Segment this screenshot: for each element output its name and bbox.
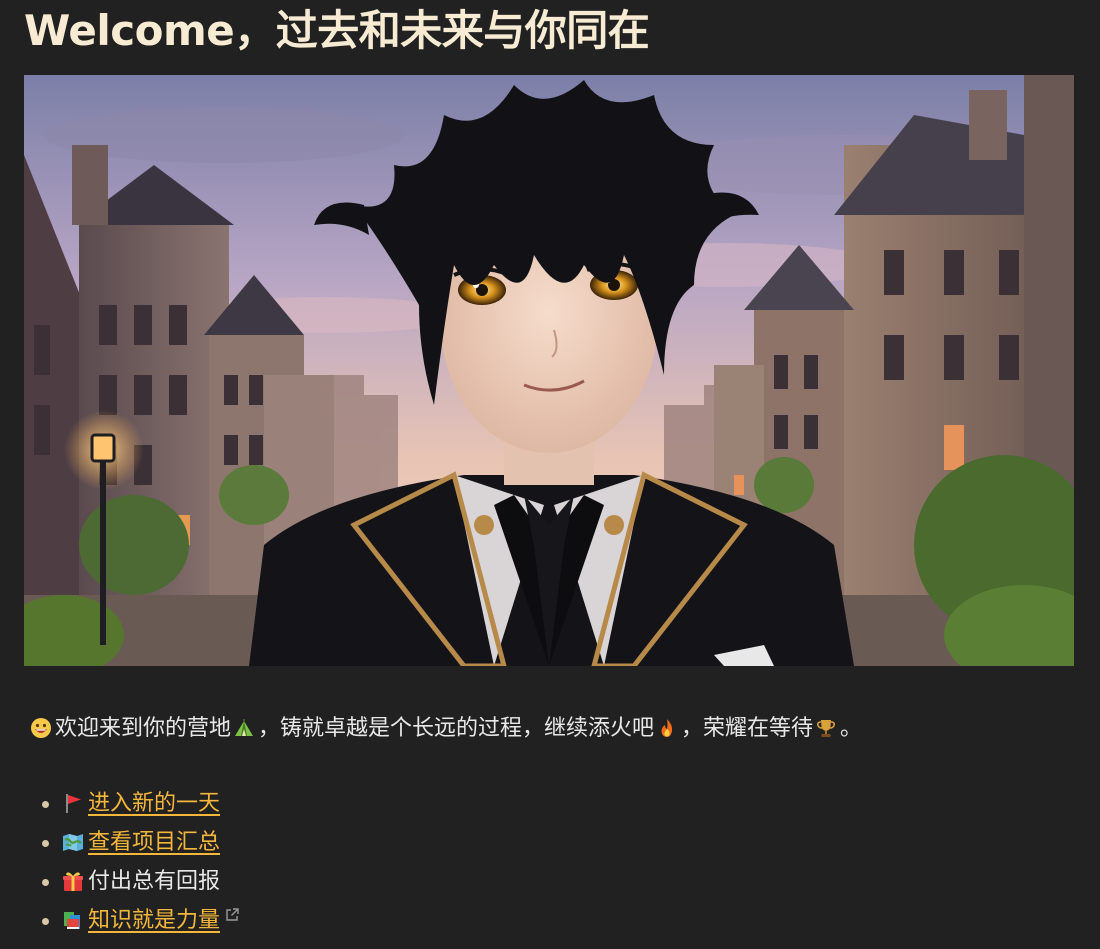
intro-text-4: 。 (840, 716, 863, 741)
external-link-icon[interactable] (224, 907, 240, 923)
page: Welcome，过去和未来与你同在 欢迎来到你的营地 ，铸就卓越是个长远的过程，… (24, 0, 1074, 933)
reward-text: 付出总有回报 (88, 869, 221, 894)
list-item-new-day: 进入新的一天 (24, 785, 240, 824)
tent-emoji (233, 717, 255, 739)
bullet-dot (42, 918, 49, 925)
link-knowledge[interactable]: 知识就是力量 (88, 908, 220, 933)
grinning-face-emoji (30, 717, 52, 739)
hero-image (24, 75, 1074, 666)
intro-text-2: ，铸就卓越是个长远的过程，继续添火吧 (258, 716, 655, 741)
books-icon (62, 909, 84, 931)
list-item-project-summary: 查看项目汇总 (24, 824, 240, 863)
list-item-knowledge: 知识就是力量 (24, 902, 240, 941)
bullet-dot (42, 801, 49, 808)
map-icon (62, 831, 84, 853)
bullet-dot (42, 840, 49, 847)
gift-icon (62, 870, 84, 892)
hero-illustration (24, 75, 1074, 666)
red-flag-icon (62, 792, 84, 814)
link-project-summary[interactable]: 查看项目汇总 (88, 830, 220, 855)
intro-text-3: ，荣耀在等待 (681, 716, 814, 741)
intro-paragraph: 欢迎来到你的营地 ，铸就卓越是个长远的过程，继续添火吧 ，荣耀在等待 。 (28, 712, 862, 746)
intro-text-1: 欢迎来到你的营地 (55, 716, 232, 741)
list-item-reward: 付出总有回报 (24, 863, 240, 902)
fire-emoji (656, 717, 678, 739)
bullet-dot (42, 879, 49, 886)
link-new-day[interactable]: 进入新的一天 (88, 791, 220, 816)
quick-links-list: 进入新的一天 查看项目汇总 付出总有回报 知识就是力量 (24, 785, 240, 941)
trophy-emoji (815, 717, 837, 739)
page-title: Welcome，过去和未来与你同在 (24, 6, 650, 55)
